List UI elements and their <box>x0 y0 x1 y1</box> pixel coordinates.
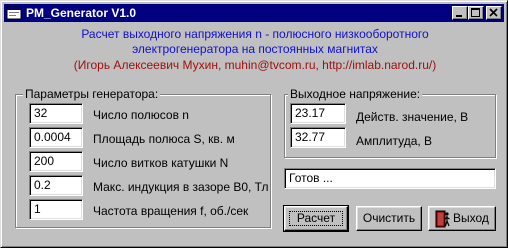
exit-door-icon <box>435 210 451 228</box>
pole-area-label: Площадь полюса S, кв. м <box>93 132 235 146</box>
rms-voltage-field[interactable]: 23.17 <box>290 103 346 124</box>
rotation-frequency-input[interactable]: 1 <box>29 199 83 220</box>
rms-voltage-label: Действ. значение, В <box>356 110 469 124</box>
clear-button[interactable]: Очистить <box>356 206 422 231</box>
minimize-icon <box>456 15 462 17</box>
title-bar[interactable]: PM_Generator V1.0 <box>4 4 504 22</box>
coil-turns-input[interactable]: 200 <box>29 151 83 172</box>
params-group-title: Параметры генератора: <box>23 87 161 101</box>
amplitude-voltage-field[interactable]: 32.77 <box>290 127 346 148</box>
output-group-title: Выходное напряжение: <box>288 87 423 101</box>
max-induction-input[interactable]: 0.2 <box>29 175 83 196</box>
header-line-1: Расчет выходного напряжения n - полюсног… <box>81 27 429 41</box>
maximize-icon <box>471 8 480 17</box>
close-button[interactable] <box>486 6 502 20</box>
focus-rect <box>289 211 343 226</box>
close-icon <box>489 8 498 17</box>
header-line-2: электрогенератора на постоянных магнитах <box>132 42 378 56</box>
poles-input[interactable]: 32 <box>29 103 83 124</box>
max-induction-label: Макс. индукция в зазоре B0, Тл <box>93 180 269 194</box>
app-icon[interactable] <box>6 5 22 21</box>
maximize-button[interactable] <box>468 6 484 20</box>
amplitude-voltage-label: Амплитуда, В <box>356 134 433 148</box>
rotation-frequency-label: Частота вращения f, об./сек <box>93 204 249 218</box>
calculate-button[interactable]: Расчет <box>283 205 349 232</box>
header-line-author: (Игорь Алексеевич Мухин, muhin@tvcom.ru,… <box>73 58 437 72</box>
exit-button[interactable]: Выход <box>428 206 496 231</box>
app-window: PM_Generator V1.0 Расчет выходного напря… <box>0 0 508 248</box>
poles-label: Число полюсов n <box>93 108 189 122</box>
exit-button-label: Выход <box>453 211 489 225</box>
window-title: PM_Generator V1.0 <box>26 6 137 20</box>
coil-turns-label: Число витков катушки N <box>93 156 229 170</box>
minimize-button[interactable] <box>452 6 468 20</box>
clear-button-label: Очистить <box>362 211 416 225</box>
pole-area-input[interactable]: 0.0004 <box>29 127 83 148</box>
status-field[interactable]: Готов ... <box>284 168 496 189</box>
